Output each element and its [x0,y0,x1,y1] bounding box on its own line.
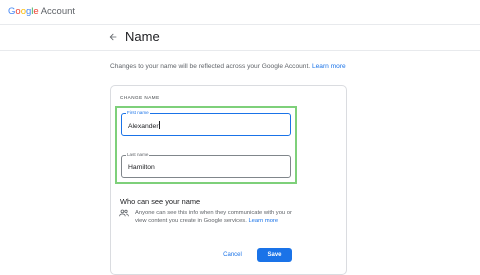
cancel-button[interactable]: Cancel [215,248,250,262]
text-caret [159,121,160,129]
first-name-value: Alexander [128,123,159,130]
google-account-logo[interactable]: Google Account [8,6,75,18]
last-name-value: Hamilton [128,164,155,171]
intro-message: Changes to your name will be reflected a… [110,63,311,70]
back-button[interactable] [106,30,120,44]
who-can-see-heading: Who can see your name [120,197,201,206]
first-name-value-wrap: Alexander [128,121,160,131]
logo-letter: e [33,6,39,17]
intro-learn-more-link[interactable]: Learn more [312,63,346,70]
who-learn-more-link[interactable]: Learn more [248,218,278,224]
last-name-label: Last name [126,152,150,158]
first-name-label: First name [126,110,150,116]
top-bar: Google Account [0,0,480,25]
people-icon [119,209,129,217]
page-title: Name [125,29,160,44]
first-name-field[interactable]: First name Alexander [121,110,291,136]
logo-suffix: Account [40,6,76,17]
google-wordmark: Google [8,6,39,18]
save-button[interactable]: Save [257,248,292,262]
last-name-field[interactable]: Last name Hamilton [121,152,291,178]
arrow-back-icon [109,33,117,41]
section-label: CHANGE NAME [120,95,160,100]
who-can-see-text: Anyone can see this info when they commu… [135,209,295,226]
intro-text: Changes to your name will be reflected a… [110,62,355,72]
header-divider [0,50,480,51]
